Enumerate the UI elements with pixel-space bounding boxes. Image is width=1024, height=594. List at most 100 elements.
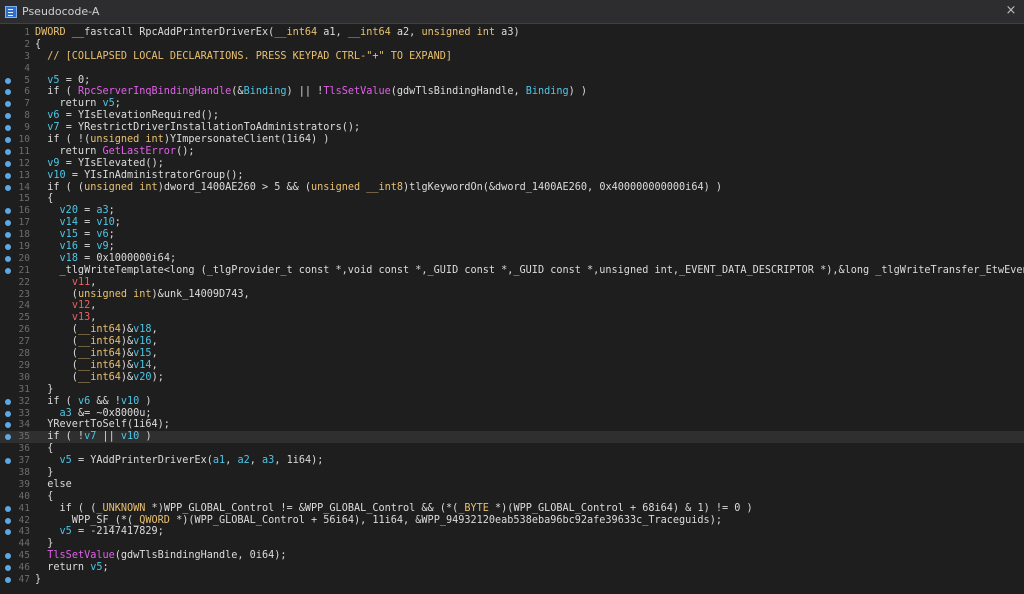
code-line[interactable]: 18 v15 = v6; [0,229,1024,241]
code-token[interactable]: return [35,146,102,157]
code-token[interactable]: a2 [237,455,249,466]
code-token[interactable]: WPP_SF_(*( [35,515,133,526]
breakpoint-dot-icon[interactable] [5,434,11,441]
code-text[interactable]: (__int64)&v18, [35,324,158,336]
code-token[interactable]: // [COLLAPSED LOCAL DECLARATIONS. PRESS … [35,51,452,62]
code-line[interactable]: 10 if ( !(unsigned int)YImpersonateClien… [0,134,1024,146]
code-text[interactable]: v9 = YIsElevated(); [35,158,164,170]
code-token[interactable]: } [35,384,53,395]
code-text[interactable]: v5 = -2147417829; [35,526,164,538]
code-text[interactable]: v15 = v6; [35,229,115,241]
code-token[interactable]: ; [109,205,115,216]
code-token[interactable]: , [152,360,158,371]
code-line[interactable]: 5 v5 = 0; [0,75,1024,87]
code-line[interactable]: 1 DWORD __fastcall RpcAddPrinterDriverEx(… [0,27,1024,39]
code-token[interactable]: if ( !( [35,134,90,145]
code-token[interactable]: , [90,312,96,323]
code-token[interactable]: v18 [133,324,151,335]
code-text[interactable]: if ( (_UNKNOWN *)WPP_GLOBAL_Control != &… [35,503,753,515]
code-text[interactable]: v18 = 0x1000000i64; [35,253,177,265]
code-text[interactable]: WPP_SF_(*(_QWORD *)(WPP_GLOBAL_Control +… [35,515,722,527]
code-line[interactable]: 14 if ( (unsigned int)dword_1400AE260 > … [0,182,1024,194]
breakpoint-dot-icon[interactable] [5,576,11,583]
code-token[interactable]: a1 [213,455,225,466]
code-token[interactable] [35,75,47,86]
code-token[interactable]: ( [35,289,78,300]
code-token[interactable]: ; [115,98,121,109]
code-token[interactable]: (); [176,146,194,157]
code-text[interactable]: else [35,479,72,491]
code-token[interactable]: __int64 [348,27,391,38]
pseudocode-view[interactable]: 1 DWORD __fastcall RpcAddPrinterDriverEx(… [0,27,1024,594]
code-token[interactable]: __int64 [78,360,121,371]
code-token[interactable]: _UNKNOWN [96,503,145,514]
code-line[interactable]: 15 { [0,193,1024,205]
code-line[interactable]: 7 return v5; [0,98,1024,110]
code-line[interactable]: 29 (__int64)&v14, [0,360,1024,372]
code-token[interactable]: Binding [244,86,287,97]
code-token[interactable]: v15 [133,348,151,359]
code-token[interactable]: ( [35,360,78,371]
code-line[interactable]: 40 { [0,491,1024,503]
code-token[interactable]: , [90,300,96,311]
breakpoint-dot-icon[interactable] [5,232,11,239]
code-token[interactable]: , [250,455,262,466]
code-text[interactable]: { [35,39,41,51]
code-token[interactable]: if ( [35,396,78,407]
code-line[interactable]: 4 [0,63,1024,75]
breakpoint-dot-icon[interactable] [5,553,11,560]
breakpoint-dot-icon[interactable] [5,101,11,108]
code-token[interactable]: *)(WPP_GLOBAL_Control + 68i64) & 1) != 0… [489,503,753,514]
code-text[interactable]: { [35,443,53,455]
code-token[interactable]: = YAddPrinterDriverEx( [72,455,213,466]
code-token[interactable]: __int64 [274,27,317,38]
code-token[interactable]: return [35,98,102,109]
code-line[interactable]: 34 YRevertToSelf(1i64); [0,419,1024,431]
code-token[interactable]: a3 [96,205,108,216]
code-token[interactable]: v5 [90,562,102,573]
code-text[interactable]: TlsSetValue(gdwTlsBindingHandle, 0i64); [35,550,286,562]
code-token[interactable]: ) [139,431,151,442]
code-line[interactable]: 13 v10 = YIsInAdministratorGroup(); [0,170,1024,182]
code-line[interactable]: 31 } [0,384,1024,396]
code-line[interactable]: 2{ [0,39,1024,51]
code-token[interactable]: if ( ! [35,431,84,442]
code-token[interactable] [35,241,60,252]
code-token[interactable]: YRevertToSelf(1i64); [35,419,170,430]
code-token[interactable]: = [78,205,96,216]
code-token[interactable]: = YRestrictDriverInstallationToAdministr… [60,122,360,133]
code-token[interactable]: ( [35,324,78,335]
code-token[interactable]: a3 [262,455,274,466]
code-text[interactable]: v5 = YAddPrinterDriverEx(a1, a2, a3, 1i6… [35,455,324,467]
code-token[interactable]: v5 [60,526,72,537]
code-token[interactable]: TlsSetValue [47,550,114,561]
code-text[interactable]: } [35,384,53,396]
code-token[interactable]: v16 [133,336,151,347]
code-token[interactable]: __fastcall RpcAddPrinterDriverEx( [66,27,274,38]
code-line[interactable]: 25 v13, [0,312,1024,324]
breakpoint-dot-icon[interactable] [5,410,11,417]
code-token[interactable]: v14 [60,217,78,228]
code-line[interactable]: 21 _tlgWriteTemplate<long (_tlgProvider_… [0,265,1024,277]
code-text[interactable]: v14 = v10; [35,217,121,229]
code-token[interactable]: v12 [72,300,90,311]
code-line[interactable]: 39 else [0,479,1024,491]
code-token[interactable]: a3 [60,408,72,419]
code-token[interactable]: return [35,562,90,573]
code-token[interactable]: ( [35,372,78,383]
code-token[interactable]: v20 [133,372,151,383]
code-token[interactable]: GetLastError [102,146,176,157]
code-line[interactable]: 33 a3 &= ~0x8000u; [0,408,1024,420]
code-token[interactable]: unsigned int [90,134,164,145]
code-token[interactable]: v10 [47,170,65,181]
code-text[interactable]: if ( v6 && !v10 ) [35,396,151,408]
code-token[interactable]: v5 [47,75,59,86]
code-token[interactable]: (gdwTlsBindingHandle, [391,86,526,97]
breakpoint-dot-icon[interactable] [5,172,11,179]
code-line[interactable]: 38 } [0,467,1024,479]
code-text[interactable]: v12, [35,300,97,312]
code-token[interactable]: a1, [317,27,348,38]
code-token[interactable] [35,550,47,561]
code-token[interactable]: { [35,193,53,204]
code-text[interactable]: if ( (unsigned int)dword_1400AE260 > 5 &… [35,182,722,194]
